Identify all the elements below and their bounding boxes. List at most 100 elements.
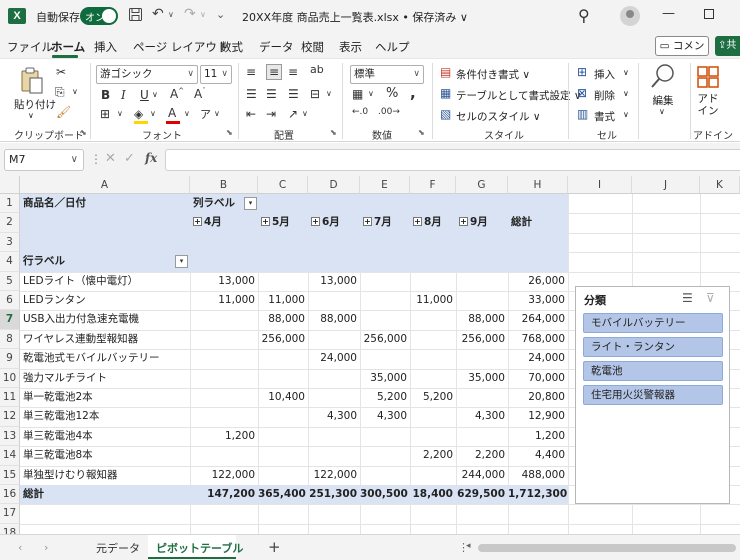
row-header-6[interactable]: 6 [0, 291, 20, 311]
product-name[interactable]: 単一乾電池2本 [23, 388, 189, 407]
sales-value[interactable]: 24,000 [508, 349, 565, 368]
sales-value[interactable]: 26,000 [508, 272, 565, 291]
merge-dropdown-icon[interactable]: ∨ [326, 89, 332, 98]
row-header-5[interactable]: 5 [0, 271, 20, 291]
multi-select-icon[interactable]: ☰ [682, 291, 693, 305]
autosave-toggle[interactable]: オン [80, 7, 118, 25]
sales-value[interactable]: 35,000 [360, 369, 407, 388]
magnifier-icon[interactable] [650, 63, 676, 92]
increase-decimal-icon[interactable]: ←.0 [352, 107, 368, 117]
tab-insert[interactable]: 挿入 [94, 39, 117, 55]
grand-total-value[interactable]: 1,712,300 [508, 485, 567, 504]
cell-style-button[interactable]: セルのスタイル ∨ [456, 109, 541, 124]
sales-value[interactable]: 11,000 [258, 291, 305, 310]
sales-value[interactable]: 13,000 [190, 272, 255, 291]
expand-icon[interactable]: + [459, 217, 468, 227]
row-header-10[interactable]: 10 [0, 368, 20, 388]
fill-color-dropdown-icon[interactable]: ∨ [150, 109, 156, 118]
sheet-tab-pivot[interactable]: ピボットテーブル [156, 540, 243, 556]
grand-total-label[interactable]: 総計 [23, 485, 189, 504]
format-cells-button[interactable]: 書式 [594, 109, 615, 124]
addin-icon[interactable] [697, 66, 719, 91]
sales-value[interactable]: 24,000 [308, 349, 357, 368]
sales-value[interactable]: 33,000 [508, 291, 565, 310]
conditional-format-icon[interactable]: ▤ [440, 65, 451, 79]
sales-value[interactable]: 4,300 [308, 407, 357, 426]
sales-value[interactable]: 2,200 [456, 446, 505, 465]
font-name-select[interactable]: 游ゴシック ∨ [96, 65, 198, 84]
grand-total-value[interactable]: 629,500 [456, 485, 505, 504]
sales-value[interactable]: 88,000 [456, 310, 505, 329]
grand-total-value[interactable]: 365,400 [258, 485, 306, 504]
paste-dropdown-icon[interactable]: ∨ [28, 111, 34, 120]
column-filter-icon[interactable]: ▾ [244, 197, 257, 210]
scroll-right-icon[interactable]: › [44, 541, 48, 554]
italic-icon[interactable]: I [121, 88, 126, 102]
sales-value[interactable]: 12,900 [508, 407, 565, 426]
percent-icon[interactable]: % [386, 86, 398, 101]
month-header[interactable]: +5月 [261, 213, 290, 232]
month-header[interactable]: +8月 [413, 213, 442, 232]
hscroll-left-icon[interactable]: ◂ [466, 541, 471, 551]
product-name[interactable]: USB入出力付急速充電機 [23, 310, 189, 329]
column-header-f[interactable]: F [410, 176, 456, 194]
slicer-item[interactable]: 住宅用火災警報器 [583, 385, 723, 405]
product-name[interactable]: 単独型けむり報知器 [23, 466, 189, 485]
row-header-17[interactable]: 17 [0, 504, 20, 524]
redo-dropdown-icon[interactable]: ∨ [200, 10, 206, 19]
row-header-11[interactable]: 11 [0, 388, 20, 408]
format-painter-icon[interactable]: 🖌 [56, 105, 71, 119]
undo-dropdown-icon[interactable]: ∨ [168, 10, 174, 19]
sales-value[interactable]: 256,000 [258, 330, 305, 349]
column-header-b[interactable]: B [190, 176, 258, 194]
delete-dropdown-icon[interactable]: ∨ [623, 89, 629, 98]
row-header-8[interactable]: 8 [0, 329, 20, 350]
formula-input[interactable] [165, 149, 740, 171]
format-as-table-button[interactable]: テーブルとして書式設定 ∨ [456, 88, 582, 103]
grand-total-value[interactable]: 18,400 [410, 485, 453, 504]
sales-value[interactable]: 10,400 [258, 388, 305, 407]
expand-icon[interactable]: + [193, 217, 202, 227]
align-left-icon[interactable]: ☰ [246, 87, 257, 101]
format-cells-icon[interactable]: ▥ [577, 107, 588, 121]
pivot-corner-label[interactable]: 商品名／日付 [23, 194, 189, 213]
column-header-h[interactable]: H [508, 176, 568, 194]
more-options-icon[interactable]: ⋮ [90, 152, 102, 166]
edit-button[interactable]: 編集 [650, 93, 676, 108]
align-right-icon[interactable]: ☰ [288, 87, 299, 101]
row-header-7[interactable]: 7 [0, 310, 20, 330]
cell-style-icon[interactable]: ▧ [440, 107, 451, 121]
decrease-decimal-icon[interactable]: .00→ [378, 107, 400, 117]
product-name[interactable]: 乾電池式モバイルバッテリー [23, 349, 189, 368]
row-header-13[interactable]: 13 [0, 426, 20, 447]
font-shrink-icon[interactable]: Aˇ [194, 87, 206, 101]
alignment-launcher-icon[interactable]: ⬊ [330, 128, 337, 137]
tab-view[interactable]: 表示 [339, 39, 362, 55]
document-title[interactable]: 20XX年度 商品売上一覧表.xlsx • 保存済み ∨ [242, 9, 468, 25]
column-labels-header[interactable]: 列ラベル [193, 194, 235, 213]
month-header[interactable]: +7月 [363, 213, 392, 232]
cancel-icon[interactable]: ✕ [105, 151, 116, 166]
grand-total-value[interactable]: 147,200 [190, 485, 255, 504]
sales-value[interactable]: 264,000 [508, 310, 565, 329]
product-name[interactable]: LEDライト（懐中電灯） [23, 272, 189, 291]
row-header-18[interactable]: 18 [0, 523, 20, 534]
row-header-16[interactable]: 16 [0, 485, 20, 505]
sales-value[interactable]: 256,000 [456, 330, 505, 349]
number-launcher-icon[interactable]: ⬊ [418, 128, 425, 137]
row-labels-header[interactable]: 行ラベル [23, 252, 189, 271]
format-dropdown-icon[interactable]: ∨ [623, 110, 629, 119]
decrease-indent-icon[interactable]: ⇤ [246, 107, 256, 121]
sales-value[interactable]: 122,000 [308, 466, 357, 485]
expand-icon[interactable]: + [261, 217, 270, 227]
share-button[interactable]: ⇪共 [715, 36, 740, 56]
slicer-panel[interactable]: 分類 ☰ ⊽ モバイルバッテリー ライト・ランタン 乾電池 住宅用火災警報器 [575, 286, 730, 504]
select-all-corner[interactable] [0, 176, 20, 194]
month-header[interactable]: +4月 [193, 213, 222, 232]
cut-icon[interactable]: ✂ [56, 65, 66, 79]
wrap-text-icon[interactable]: ab [310, 63, 324, 76]
horizontal-scrollbar[interactable] [478, 544, 736, 552]
month-header[interactable]: +9月 [459, 213, 488, 232]
fill-color-icon[interactable]: ◈ [134, 107, 143, 121]
clear-filter-icon[interactable]: ⊽ [706, 291, 715, 305]
